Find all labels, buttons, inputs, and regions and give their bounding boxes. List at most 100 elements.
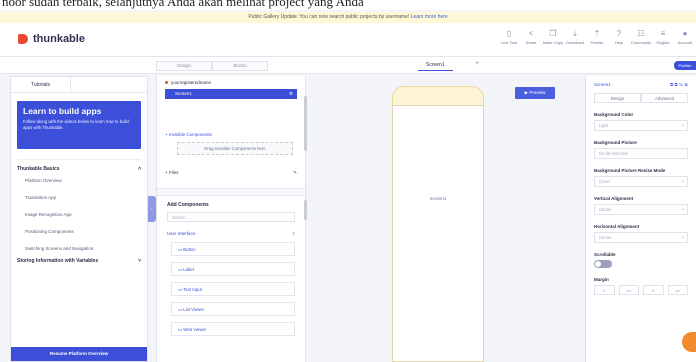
community-icon: ☷ xyxy=(637,29,645,38)
add-components-title: Add Components xyxy=(167,202,209,208)
scrollable-toggle[interactable] xyxy=(594,260,612,268)
field-label: Background Color xyxy=(594,112,634,117)
component-list-viewer[interactable]: ▭ List Viewer xyxy=(171,302,295,316)
project-tree-root[interactable]: yourregisteredname xyxy=(165,80,297,85)
margin-bottom-input[interactable]: 0 xyxy=(643,285,664,295)
properties-actions-icon[interactable]: ⧉ ⧉ ✎ ⚙ xyxy=(670,82,688,87)
language-button[interactable]: ≡ English xyxy=(652,28,674,45)
banner-learn-more-link[interactable]: Learn more here xyxy=(411,14,448,20)
header-toolbar: ▯ Live Test < Share ❐ Make Copy ⇣ Download ⇡… xyxy=(498,28,696,45)
margin-label: Margin xyxy=(594,277,609,282)
learn-description: Follow along with the videos below to le… xyxy=(23,119,129,130)
component-text-input[interactable]: ▭ Text Input xyxy=(171,282,295,296)
edit-icon: ✎ xyxy=(293,170,297,175)
add-screen-button[interactable]: + xyxy=(475,60,479,67)
share-icon: < xyxy=(528,29,534,38)
chevron-up-icon: ˄ xyxy=(138,166,141,172)
invisible-drop-zone[interactable]: Drag Invisible Components here xyxy=(177,142,293,155)
invisible-components-toggle[interactable]: + Invisible Components xyxy=(165,132,297,137)
chevron-down-icon: ˅ xyxy=(681,179,684,184)
phone-icon: ▯ xyxy=(506,29,512,38)
vertical-alignment-select[interactable]: Center ˅ xyxy=(594,204,688,215)
chevron-down-icon: ˅ xyxy=(292,231,295,236)
project-icon xyxy=(165,81,168,84)
properties-tabs: Design Advanced xyxy=(594,93,688,103)
component-web-viewer[interactable]: ▭ Web Viewer xyxy=(171,322,295,336)
help-button[interactable]: ? Help xyxy=(608,28,630,45)
scrollable-label: Scrollable xyxy=(594,252,616,257)
chevron-down-icon: ˅ xyxy=(138,258,141,264)
preview-button[interactable]: ▶ Preview xyxy=(515,87,555,99)
chat-support-icon[interactable] xyxy=(682,332,696,352)
publish-icon: ⇡ xyxy=(593,29,601,38)
field-label: Background Picture xyxy=(594,140,637,145)
help-icon: ? xyxy=(616,29,622,38)
resize-mode-select[interactable]: Cover ˅ xyxy=(594,176,688,187)
field-label: Vertical Alignment xyxy=(594,196,634,201)
margin-inputs: 0 px 0 px xyxy=(594,285,688,295)
tutorial-item[interactable]: Image Recognition App xyxy=(17,206,141,223)
components-panel: yourregisteredname Screen1 ⚙ + Invisible … xyxy=(156,76,306,362)
settings-icon: ⚙ xyxy=(288,91,293,96)
files-toggle[interactable]: + Files ✎ xyxy=(165,170,297,176)
live-test-button[interactable]: ▯ Live Test xyxy=(498,28,520,45)
margin-unit-select[interactable]: px xyxy=(618,285,639,295)
tutorial-item[interactable]: Switching Screens and Navigation xyxy=(17,240,141,257)
account-button[interactable]: ● Account xyxy=(674,28,696,45)
app-logo[interactable]: thunkable xyxy=(18,33,85,45)
background-picture-input[interactable]: No file selected xyxy=(594,148,688,159)
resume-tutorial-button[interactable]: Resume Platform Overview xyxy=(11,347,147,361)
properties-title: Screen1 xyxy=(594,82,611,87)
component-search-input[interactable]: Search xyxy=(167,212,295,222)
download-icon: ⇣ xyxy=(571,29,579,38)
chevron-down-icon: ˅ xyxy=(681,123,684,128)
publish-menu-button[interactable]: ⇡ Publish xyxy=(586,28,608,45)
section-storing-variables[interactable]: Storing Information with Variables ˅ xyxy=(17,258,141,264)
tab-design[interactable]: Design xyxy=(156,61,212,71)
properties-panel: Screen1 ⧉ ⧉ ✎ ⚙ Design Advanced Backgroun… xyxy=(585,76,696,362)
section-thunkable-basics[interactable]: Thunkable Basics ˄ xyxy=(17,159,141,172)
phone-screen[interactable] xyxy=(392,105,484,362)
margin-unit-select[interactable]: px xyxy=(667,285,688,295)
horizontal-alignment-select[interactable]: Center ˅ xyxy=(594,232,688,243)
chevron-down-icon: ˅ xyxy=(681,235,684,240)
tree-item-screen1[interactable]: Screen1 ⚙ xyxy=(165,89,297,99)
collapse-panel-handle[interactable]: ‹ xyxy=(148,196,156,222)
tab-properties-design[interactable]: Design xyxy=(594,93,641,103)
editor-mode-toggle: Design Blocks xyxy=(156,61,268,71)
margin-top-input[interactable]: 0 xyxy=(594,285,615,295)
make-copy-button[interactable]: ❐ Make Copy xyxy=(542,28,564,45)
share-button[interactable]: < Share xyxy=(520,28,542,45)
download-button[interactable]: ⇣ Download xyxy=(564,28,586,45)
background-caption-text: noor sudah terbaik, selanjutnya Anda aka… xyxy=(0,0,696,10)
tutorial-item[interactable]: Platform Overview xyxy=(17,172,141,189)
tab-blocks[interactable]: Blocks xyxy=(212,61,268,71)
tutorials-panel: Tutorials Learn to build apps Follow alo… xyxy=(10,76,148,362)
component-label[interactable]: ▭ Label xyxy=(171,262,295,276)
publish-button[interactable]: Publish xyxy=(674,61,696,70)
tutorial-item[interactable]: Positioning Components xyxy=(17,223,141,240)
panel-divider[interactable] xyxy=(157,188,305,196)
component-button[interactable]: ▭ Button xyxy=(171,242,295,256)
tutorial-item[interactable]: Translation App xyxy=(17,189,141,206)
banner-text: Public Gallery Update: You can now searc… xyxy=(248,14,410,20)
learn-title: Learn to build apps xyxy=(23,106,102,116)
tab-properties-advanced[interactable]: Advanced xyxy=(641,93,688,103)
phone-screen-label: Screen1 xyxy=(429,196,447,201)
field-label: Horizontal Alignment xyxy=(594,224,640,229)
group-user-interface[interactable]: User Interface ˅ xyxy=(167,231,295,236)
app-header: thunkable ▯ Live Test < Share ❐ Make Copy ⇣… xyxy=(0,23,696,57)
background-color-select[interactable]: Light ˅ xyxy=(594,120,688,131)
community-button[interactable]: ☷ Community xyxy=(630,28,652,45)
field-label: Background Picture Resize Mode xyxy=(594,168,666,173)
language-icon: ≡ xyxy=(660,29,666,38)
screen-selector[interactable]: Screen1 xyxy=(418,60,453,71)
tab-tutorials[interactable]: Tutorials xyxy=(11,77,71,93)
thunkable-logo-icon xyxy=(18,34,28,44)
account-icon: ● xyxy=(682,29,688,38)
app-name: thunkable xyxy=(33,33,85,45)
gallery-update-banner: Public Gallery Update: You can now searc… xyxy=(0,12,696,23)
chevron-down-icon: ˅ xyxy=(681,207,684,212)
copy-icon: ❐ xyxy=(549,29,557,38)
editor-subbar: Design Blocks Screen1 + Publish xyxy=(0,57,696,74)
